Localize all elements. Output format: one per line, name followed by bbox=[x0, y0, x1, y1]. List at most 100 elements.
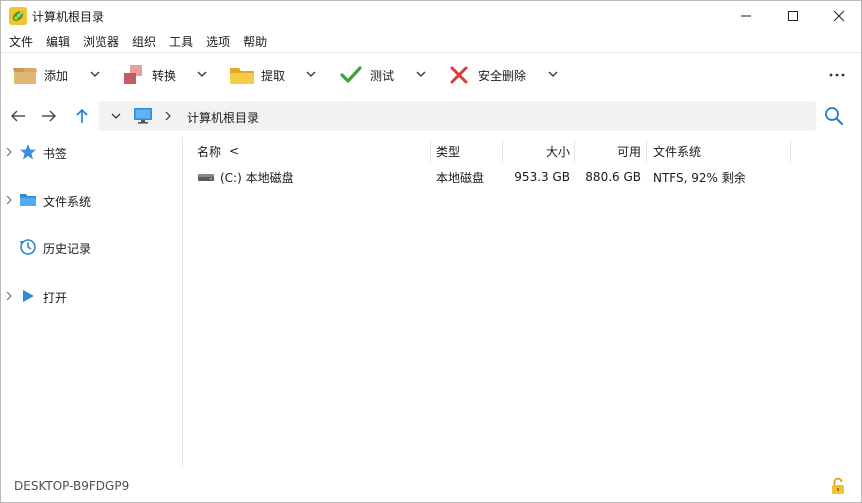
folder-icon bbox=[19, 191, 37, 209]
convert-label: 转换 bbox=[152, 68, 177, 83]
breadcrumb-path[interactable]: 计算机根目录 bbox=[187, 109, 259, 126]
delete-x-icon bbox=[446, 64, 472, 86]
peazip-app-icon bbox=[9, 7, 27, 25]
extract-button[interactable]: 提取 bbox=[229, 62, 285, 88]
sidebar-item-label: 打开 bbox=[43, 291, 68, 305]
breadcrumb-separator-icon bbox=[161, 109, 175, 123]
cell-type: 本地磁盘 bbox=[436, 170, 485, 185]
more-options-button[interactable] bbox=[826, 67, 850, 83]
convert-dropdown[interactable] bbox=[195, 67, 209, 81]
navigation-bar: 计算机根目录 bbox=[1, 98, 861, 134]
menu-help[interactable]: 帮助 bbox=[243, 33, 267, 50]
maximize-icon bbox=[788, 11, 798, 21]
menu-edit[interactable]: 编辑 bbox=[46, 33, 70, 50]
convert-button[interactable]: 转换 bbox=[120, 62, 176, 88]
chevron-down-icon bbox=[111, 113, 121, 119]
minimize-icon bbox=[741, 15, 751, 17]
sidebar-item-label: 历史记录 bbox=[43, 242, 92, 256]
hard-drive-icon bbox=[198, 174, 214, 181]
column-header-filesystem[interactable]: 文件系统 bbox=[653, 137, 701, 165]
sidebar: 书签 文件系统 历史记录 打开 bbox=[1, 137, 183, 467]
menu-bar: 文件 编辑 浏览器 组织 工具 选项 帮助 bbox=[1, 31, 861, 51]
extract-label: 提取 bbox=[261, 68, 286, 83]
toolbar: 添加 转换 提取 测试 安全删除 bbox=[1, 52, 861, 96]
column-name-label: 名称 bbox=[197, 144, 222, 159]
chevron-down-icon bbox=[197, 71, 207, 77]
play-icon bbox=[19, 287, 37, 305]
back-button[interactable] bbox=[8, 106, 28, 126]
menu-options[interactable]: 选项 bbox=[206, 33, 230, 50]
cell-name: (C:) 本地磁盘 bbox=[197, 167, 294, 187]
arrow-left-icon bbox=[11, 110, 25, 122]
file-list: 名称 < 类型 大小 可用 文件系统 (C:) 本地磁盘 本地磁盘 953.3 … bbox=[184, 137, 861, 467]
secure-delete-button[interactable]: 安全删除 bbox=[446, 62, 526, 88]
column-header-name[interactable]: 名称 < bbox=[197, 137, 239, 165]
add-label: 添加 bbox=[44, 68, 69, 83]
column-filesystem-label: 文件系统 bbox=[653, 144, 702, 159]
column-header-free[interactable]: 可用 bbox=[574, 137, 641, 165]
test-label: 测试 bbox=[370, 68, 395, 83]
expand-chevron-icon[interactable] bbox=[4, 193, 14, 207]
maximize-button[interactable] bbox=[770, 1, 816, 31]
column-divider[interactable] bbox=[646, 140, 647, 162]
expand-chevron-icon[interactable] bbox=[4, 289, 14, 303]
test-button[interactable]: 测试 bbox=[338, 62, 394, 88]
close-button[interactable] bbox=[816, 1, 861, 31]
column-header-size[interactable]: 大小 bbox=[502, 137, 570, 165]
star-icon bbox=[19, 143, 37, 161]
add-dropdown[interactable] bbox=[88, 67, 102, 81]
column-divider[interactable] bbox=[430, 140, 431, 162]
drive-name: (C:) 本地磁盘 bbox=[220, 170, 294, 185]
search-button[interactable] bbox=[824, 106, 844, 126]
computer-icon bbox=[134, 108, 152, 124]
app-window: 计算机根目录 文件 编辑 浏览器 组织 工具 选项 帮助 添加 转换 提取 测试… bbox=[0, 0, 862, 503]
computer-name: DESKTOP-B9FDGP9 bbox=[14, 479, 130, 493]
sidebar-item-history[interactable]: 历史记录 bbox=[1, 235, 182, 259]
sidebar-item-bookmarks[interactable]: 书签 bbox=[1, 140, 182, 164]
padlock-icon[interactable] bbox=[830, 477, 846, 495]
column-size-label: 大小 bbox=[545, 144, 570, 159]
address-history-dropdown[interactable] bbox=[109, 109, 123, 123]
cell-free: 880.6 GB bbox=[585, 170, 641, 184]
test-dropdown[interactable] bbox=[414, 67, 428, 81]
chevron-down-icon bbox=[90, 71, 100, 77]
arrow-up-icon bbox=[76, 108, 88, 123]
menu-tools[interactable]: 工具 bbox=[169, 33, 193, 50]
menu-browser[interactable]: 浏览器 bbox=[83, 33, 119, 50]
address-bar[interactable]: 计算机根目录 bbox=[99, 101, 816, 131]
status-bar: DESKTOP-B9FDGP9 bbox=[1, 471, 861, 502]
cell-filesystem: NTFS, 92% 剩余 bbox=[653, 170, 746, 185]
close-icon bbox=[833, 10, 845, 22]
search-icon bbox=[825, 107, 843, 125]
menu-organize[interactable]: 组织 bbox=[132, 33, 156, 50]
sidebar-item-open[interactable]: 打开 bbox=[1, 284, 182, 308]
up-button[interactable] bbox=[72, 106, 92, 126]
forward-button[interactable] bbox=[39, 106, 59, 126]
sort-indicator: < bbox=[229, 144, 240, 158]
add-button[interactable]: 添加 bbox=[12, 62, 68, 88]
window-title: 计算机根目录 bbox=[32, 10, 105, 24]
menu-file[interactable]: 文件 bbox=[9, 33, 33, 50]
arrow-right-icon bbox=[42, 110, 56, 122]
folder-extract-icon bbox=[229, 64, 255, 86]
convert-icon bbox=[120, 64, 146, 86]
column-divider[interactable] bbox=[790, 140, 791, 162]
chevron-down-icon bbox=[416, 71, 426, 77]
column-free-label: 可用 bbox=[616, 144, 641, 159]
cell-size: 953.3 GB bbox=[514, 170, 570, 184]
expand-chevron-icon[interactable] bbox=[4, 145, 14, 159]
minimize-button[interactable] bbox=[723, 1, 769, 31]
more-dots-icon bbox=[829, 73, 845, 77]
secure-delete-label: 安全删除 bbox=[478, 68, 527, 83]
chevron-down-icon bbox=[306, 71, 316, 77]
sidebar-item-label: 文件系统 bbox=[43, 195, 92, 209]
column-type-label: 类型 bbox=[436, 144, 461, 159]
secure-delete-dropdown[interactable] bbox=[546, 67, 560, 81]
title-bar: 计算机根目录 bbox=[1, 1, 861, 31]
column-header-type[interactable]: 类型 bbox=[436, 137, 460, 165]
checkmark-icon bbox=[338, 64, 364, 86]
sidebar-item-label: 书签 bbox=[43, 147, 68, 161]
sidebar-item-filesystem[interactable]: 文件系统 bbox=[1, 188, 182, 212]
history-icon bbox=[19, 238, 37, 256]
extract-dropdown[interactable] bbox=[304, 67, 318, 81]
